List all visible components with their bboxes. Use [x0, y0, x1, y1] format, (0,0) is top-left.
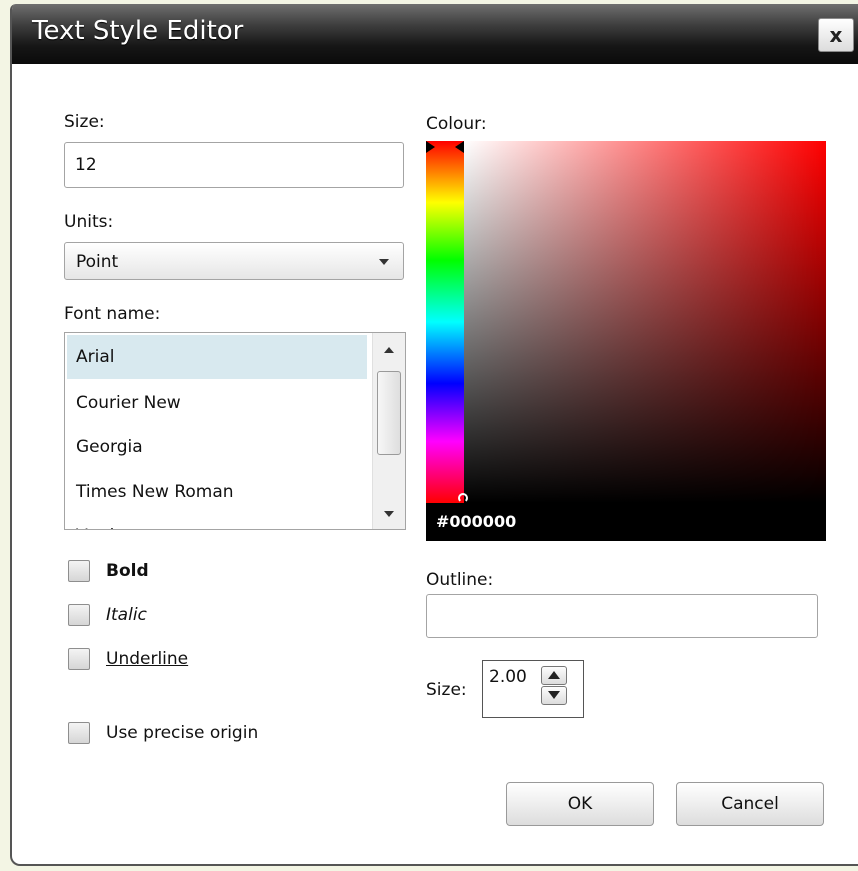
font-name-list[interactable]: Arial Courier New Georgia Times New Roma… [64, 332, 406, 530]
colour-picker: #000000 [426, 141, 826, 541]
units-dropdown[interactable]: Point [64, 242, 404, 280]
hue-marker-left-icon[interactable] [426, 141, 435, 153]
font-list-item-courier-new[interactable]: Courier New [67, 381, 367, 425]
spin-down-button[interactable] [541, 686, 567, 705]
spin-up-button[interactable] [541, 666, 567, 685]
cancel-button[interactable]: Cancel [676, 782, 824, 826]
colour-selector-icon[interactable] [458, 493, 468, 503]
colour-preview-strip: #000000 [426, 503, 826, 541]
precise-origin-option[interactable]: Use precise origin [68, 720, 258, 746]
text-style-editor-dialog: Text Style Editor x Size: 12 Units: Poin… [10, 4, 858, 866]
bold-checkbox[interactable] [68, 560, 90, 582]
ok-button-label: OK [567, 794, 593, 814]
hue-slider[interactable] [426, 141, 464, 503]
bold-option[interactable]: Bold [68, 558, 149, 584]
font-list-item-arial[interactable]: Arial [67, 335, 367, 379]
chevron-down-icon [379, 259, 389, 265]
size-label: Size: [64, 112, 105, 132]
close-icon: x [829, 23, 843, 47]
saturation-value-square[interactable] [464, 141, 826, 503]
outline-size-value[interactable]: 2.00 [489, 667, 527, 687]
outline-size-spinner[interactable]: 2.00 [482, 660, 584, 718]
ok-button[interactable]: OK [506, 782, 654, 826]
dialog-title: Text Style Editor [32, 16, 244, 46]
hue-marker-right-icon[interactable] [455, 141, 464, 153]
size-input[interactable]: 12 [64, 142, 404, 188]
underline-label: Underline [106, 649, 189, 669]
scroll-thumb[interactable] [377, 371, 401, 455]
outline-input[interactable] [426, 594, 818, 638]
underline-option[interactable]: Underline [68, 646, 188, 672]
bold-label: Bold [106, 561, 149, 581]
italic-checkbox[interactable] [68, 604, 90, 626]
arrow-down-icon [548, 691, 560, 699]
italic-option[interactable]: Italic [68, 602, 147, 628]
font-list-scrollbar[interactable] [372, 333, 405, 529]
colour-label: Colour: [426, 114, 487, 134]
close-button[interactable]: x [818, 18, 854, 52]
arrow-up-icon [548, 671, 560, 679]
precise-origin-checkbox[interactable] [68, 722, 90, 744]
size-input-value: 12 [75, 155, 97, 175]
font-list-item-georgia[interactable]: Georgia [67, 425, 367, 469]
colour-hex-value: #000000 [436, 512, 517, 531]
outline-size-label: Size: [426, 680, 467, 700]
units-label: Units: [64, 212, 114, 232]
scroll-up-icon[interactable] [384, 347, 394, 353]
outline-label: Outline: [426, 570, 494, 590]
cancel-button-label: Cancel [721, 794, 779, 814]
italic-label: Italic [106, 605, 147, 625]
font-name-label: Font name: [64, 304, 161, 324]
underline-checkbox[interactable] [68, 648, 90, 670]
font-list-item-times-new-roman[interactable]: Times New Roman [67, 470, 367, 514]
units-selected-value: Point [76, 252, 119, 272]
font-list-item-verdana[interactable]: Verdana [67, 514, 367, 529]
title-bar[interactable]: Text Style Editor x [12, 4, 858, 64]
precise-origin-label: Use precise origin [106, 723, 259, 743]
scroll-down-icon[interactable] [384, 511, 394, 517]
